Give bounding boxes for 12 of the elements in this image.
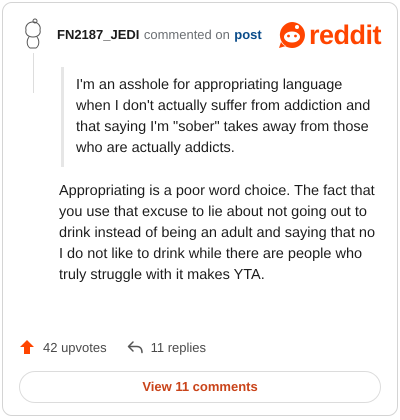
reply-count: 11 replies: [150, 338, 206, 357]
comment-text: Appropriating is a poor word choice. The fact that you use that excuse to lie about not going out to drink instead of being an adult and saying that no I do not like to drink while there are people who truly struggle with it makes YTA.: [59, 182, 376, 285]
username: FN2187_JEDI: [57, 27, 140, 42]
view-comments-button[interactable]: View 11 comments: [19, 371, 381, 403]
upvote-count: 42 upvotes: [43, 338, 107, 357]
quote-text: I'm an asshole for appropriating language when I don't actually suffer from addiction and that saying I'm "sober" takes away from those who are actually addicts.: [61, 67, 381, 167]
action-text: commented on: [144, 27, 230, 42]
post-link[interactable]: post: [234, 27, 262, 42]
upvote-icon[interactable]: [19, 339, 35, 356]
logo-text: reddit: [308, 22, 381, 48]
logo-icon: [278, 21, 306, 49]
reply-icon[interactable]: [126, 340, 143, 354]
